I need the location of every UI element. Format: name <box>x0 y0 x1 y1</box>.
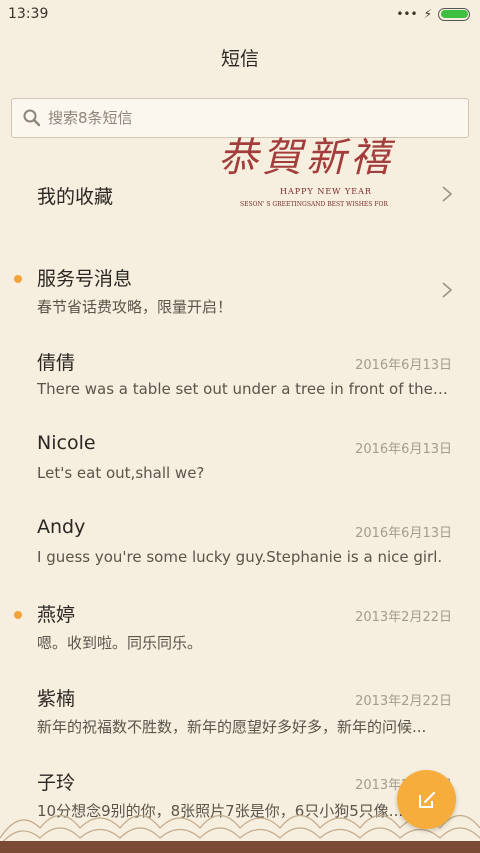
battery-icon <box>438 7 470 21</box>
conversation-preview: 春节省话费攻略，限量开启！ <box>37 298 233 316</box>
page-title: 短信 <box>220 47 259 70</box>
conversation-date: 2016年6月13日 <box>355 358 452 373</box>
conversation-preview: There was a table set out under a tree i… <box>37 380 452 398</box>
conversation-row-service[interactable]: 服务号消息 春节省话费攻略，限量开启！ <box>0 234 480 318</box>
conversation-name: 我的收藏 <box>37 186 114 208</box>
conversation-preview: I guess you're some lucky guy.Stephanie … <box>37 548 443 566</box>
compose-button[interactable] <box>397 770 456 829</box>
conversation-preview: 新年的祝福数不胜数，新年的愿望好多好多，新年的问候... <box>37 718 427 736</box>
conversation-row[interactable]: Nicole 2016年6月13日 Let's eat out,shall we… <box>0 402 480 486</box>
status-icons: ••• ⚡ <box>396 7 470 21</box>
conversation-name: 燕婷 <box>37 604 76 626</box>
status-bar: 13:39 ••• ⚡ <box>0 0 480 28</box>
search-bar[interactable] <box>11 98 469 138</box>
conversation-preview: 嗯。收到啦。同乐同乐。 <box>37 634 203 652</box>
conversation-date: 2013年2月22日 <box>355 694 452 709</box>
unread-dot <box>14 611 22 619</box>
conversation-name: Nicole <box>37 432 96 454</box>
search-bar-container <box>0 86 480 138</box>
chevron-right-icon <box>442 186 453 202</box>
search-icon <box>22 108 42 128</box>
conversation-date: 2013年2月22日 <box>355 610 452 625</box>
conversation-row[interactable]: 紫楠 2013年2月22日 新年的祝福数不胜数，新年的愿望好多好多，新年的问候.… <box>0 654 480 738</box>
status-time: 13:39 <box>8 6 49 22</box>
conversation-row[interactable]: 倩倩 2016年6月13日 There was a table set out … <box>0 318 480 402</box>
battery-level <box>440 10 468 18</box>
conversation-name: 倩倩 <box>37 352 76 374</box>
conversation-date: 2016年6月13日 <box>355 526 452 541</box>
conversation-row[interactable]: Andy 2016年6月13日 I guess you're some luck… <box>0 486 480 570</box>
conversation-name: 服务号消息 <box>37 268 133 290</box>
more-dots-icon: ••• <box>396 7 418 21</box>
conversation-name: 紫楠 <box>37 688 76 710</box>
conversation-name: Andy <box>37 516 86 538</box>
charging-icon: ⚡ <box>423 7 432 21</box>
conversation-preview: Let's eat out,shall we? <box>37 464 205 482</box>
conversation-list: 我的收藏 服务号消息 春节省话费攻略，限量开启！ 倩倩 2016年6月13日 T… <box>0 150 480 822</box>
conversation-row[interactable]: 燕婷 2013年2月22日 嗯。收到啦。同乐同乐。 <box>0 570 480 654</box>
conversation-name: 子玲 <box>37 772 76 794</box>
conversation-preview: 10分想念9别的你，8张照片7张是你，6只小狗5只像... <box>37 802 404 820</box>
chevron-right-icon <box>442 282 453 298</box>
search-input[interactable] <box>48 109 468 127</box>
unread-dot <box>14 275 22 283</box>
compose-icon <box>418 791 435 808</box>
conversation-date: 2016年6月13日 <box>355 442 452 457</box>
conversation-row-favorites[interactable]: 我的收藏 <box>0 150 480 234</box>
